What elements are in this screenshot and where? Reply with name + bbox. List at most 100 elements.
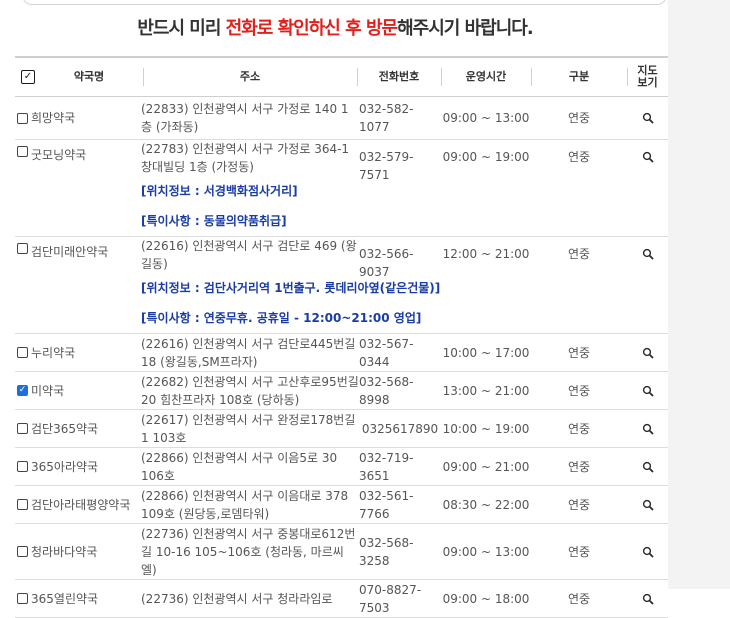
- pharmacy-name[interactable]: 검단미래안약국: [31, 243, 108, 261]
- search-icon[interactable]: [642, 461, 654, 473]
- search-box-bottom-edge[interactable]: [22, 0, 667, 5]
- pharmacy-table: ✓ 약국명 주소 전화번호 운영시간 구분 지도 보기 희망약국 (22833) …: [15, 56, 668, 618]
- map-view-button[interactable]: [627, 140, 668, 187]
- pharmacy-type: 연중: [567, 459, 591, 474]
- row-checkbox[interactable]: [17, 146, 28, 157]
- search-icon[interactable]: [642, 385, 654, 397]
- row-main: 365아라약국 (22866) 인천광역시 서구 이음5로 30 106호 032-…: [15, 448, 668, 485]
- search-icon[interactable]: [642, 593, 654, 605]
- row-checkbox[interactable]: [17, 461, 28, 472]
- table-row: 365아라약국 (22866) 인천광역시 서구 이음5로 30 106호 032-…: [15, 448, 668, 486]
- pharmacy-phone: 032-719-3651: [359, 450, 414, 483]
- map-view-button[interactable]: [627, 486, 668, 523]
- pharmacy-name-cell[interactable]: 365아라약국: [17, 448, 141, 485]
- notice-emphasis: 전화로 확인하신 후 방문: [225, 18, 398, 39]
- row-checkbox[interactable]: [17, 593, 28, 604]
- row-main: 검단아라태평양약국 (22866) 인천광역시 서구 이음대로 378 109호 …: [15, 486, 668, 523]
- pharmacy-name[interactable]: 희망약국: [31, 109, 75, 127]
- search-icon[interactable]: [642, 499, 654, 511]
- pharmacy-type: 연중: [567, 421, 591, 436]
- pharmacy-type: 연중: [567, 591, 591, 606]
- search-icon[interactable]: [642, 151, 654, 163]
- pharmacy-name-cell[interactable]: 검단미래안약국: [17, 237, 141, 279]
- pharmacy-name-cell[interactable]: 누리약국: [17, 334, 141, 371]
- pharmacy-address: (22616) 인천광역시 서구 검단로 469 (왕길동): [141, 239, 357, 271]
- pharmacy-hours: 13:00 ~ 21:00: [442, 383, 530, 398]
- pharmacy-address: (22866) 인천광역시 서구 이음5로 30 106호: [141, 450, 338, 483]
- pharmacy-name-cell[interactable]: 청라바다약국: [17, 524, 141, 579]
- row-checkbox[interactable]: [17, 499, 28, 510]
- call-ahead-notice: 반드시 미리 전화로 확인하신 후 방문해주시기 바랍니다.: [0, 14, 670, 40]
- pharmacy-name[interactable]: 검단아라태평양약국: [31, 496, 130, 514]
- col-address: 주소: [143, 58, 357, 96]
- pharmacy-phone: 032-579-7571: [359, 150, 414, 182]
- pharmacy-name-cell[interactable]: 검단365약국: [17, 410, 141, 447]
- pharmacy-phone: 032-582-1077: [359, 102, 414, 134]
- row-checkbox[interactable]: [17, 347, 28, 358]
- map-view-button[interactable]: [627, 334, 668, 371]
- col-hours: 운영시간: [441, 58, 531, 96]
- pharmacy-name[interactable]: 365열린약국: [31, 590, 98, 608]
- search-icon[interactable]: [642, 248, 654, 260]
- pharmacy-hours: 09:00 ~ 13:00: [442, 544, 530, 559]
- pharmacy-name[interactable]: 미약국: [31, 382, 64, 400]
- pharmacy-name[interactable]: 365아라약국: [31, 458, 98, 476]
- pharmacy-name[interactable]: 굿모닝약국: [31, 146, 86, 164]
- row-checkbox[interactable]: ✓: [17, 385, 28, 396]
- row-checkbox[interactable]: [17, 546, 28, 557]
- pharmacy-name-cell[interactable]: 검단아라태평양약국: [17, 486, 141, 523]
- search-icon[interactable]: [642, 546, 654, 558]
- search-icon[interactable]: [642, 423, 654, 435]
- pharmacy-phone: 032-567-0344: [359, 336, 414, 369]
- table-body: 희망약국 (22833) 인천광역시 서구 가정로 140 1층 (가좌동) 032…: [15, 97, 668, 618]
- row-main: 누리약국 (22616) 인천광역시 서구 검단로445번길 18 (왕길동,SM…: [15, 334, 668, 371]
- pharmacy-phone: 070-8827-7503: [359, 582, 422, 615]
- col-name: 약국명: [73, 70, 105, 83]
- pharmacy-hours: 10:00 ~ 19:00: [442, 421, 530, 436]
- col-map: 지도 보기: [627, 58, 668, 96]
- pharmacy-name[interactable]: 검단365약국: [31, 420, 98, 438]
- pharmacy-name-cell[interactable]: 굿모닝약국: [17, 140, 141, 182]
- page-right-gutter: [668, 0, 730, 589]
- pharmacy-address: (22866) 인천광역시 서구 이음대로 378 109호 (원당동,로뎀타워…: [141, 488, 349, 521]
- pharmacy-address: (22736) 인천광역시 서구 청라라임로: [141, 591, 333, 606]
- row-main: 365열린약국 (22736) 인천광역시 서구 청라라임로 070-8827-75…: [15, 580, 668, 617]
- pharmacy-hours: 09:00 ~ 13:00: [442, 111, 530, 125]
- pharmacy-address: (22682) 인천광역시 서구 고산후로95번길 20 힘찬프라자 108호 …: [141, 374, 359, 407]
- table-row: 굿모닝약국 (22783) 인천광역시 서구 가정로 364-1 창대빌딩 1층 …: [15, 140, 668, 237]
- pharmacy-hours: 12:00 ~ 21:00: [442, 247, 530, 261]
- row-main: ✓ 미약국 (22682) 인천광역시 서구 고산후로95번길 20 힘찬프라자 1…: [15, 372, 668, 409]
- pharmacy-address: (22833) 인천광역시 서구 가정로 140 1층 (가좌동): [141, 102, 349, 134]
- table-row: 희망약국 (22833) 인천광역시 서구 가정로 140 1층 (가좌동) 032…: [15, 97, 668, 140]
- pharmacy-name[interactable]: 누리약국: [31, 344, 75, 362]
- search-icon[interactable]: [642, 347, 654, 359]
- row-checkbox[interactable]: [17, 112, 28, 124]
- map-view-button[interactable]: [627, 580, 668, 617]
- map-view-button[interactable]: [627, 410, 668, 447]
- search-icon[interactable]: [642, 112, 654, 124]
- pharmacy-address: (22736) 인천광역시 서구 중봉대로612번길 10-16 105~106…: [141, 526, 356, 577]
- map-view-button[interactable]: [627, 448, 668, 485]
- pharmacy-name-cell[interactable]: 희망약국: [17, 97, 141, 139]
- map-view-button[interactable]: [627, 97, 668, 139]
- map-view-button[interactable]: [627, 237, 668, 284]
- pharmacy-address: (22783) 인천광역시 서구 가정로 364-1 창대빌딩 1층 (가정동): [141, 142, 350, 174]
- pharmacy-name-cell[interactable]: ✓ 미약국: [17, 372, 141, 409]
- pharmacy-hours: 09:00 ~ 19:00: [442, 150, 530, 164]
- row-checkbox[interactable]: [17, 423, 28, 434]
- map-view-button[interactable]: [627, 372, 668, 409]
- pharmacy-type: 연중: [567, 544, 591, 559]
- table-row: 검단365약국 (22617) 인천광역시 서구 완정로178번길 1 103호 0…: [15, 410, 668, 448]
- pharmacy-type: 연중: [567, 345, 591, 360]
- pharmacy-name[interactable]: 청라바다약국: [31, 543, 97, 561]
- pharmacy-name-cell[interactable]: 365열린약국: [17, 580, 141, 617]
- select-all-checkbox[interactable]: ✓: [21, 70, 35, 84]
- map-view-button[interactable]: [627, 524, 668, 579]
- notice-text-end: 해주시기 바랍니다.: [397, 18, 534, 39]
- pharmacy-hours: 09:00 ~ 21:00: [442, 459, 530, 474]
- table-row: 누리약국 (22616) 인천광역시 서구 검단로445번길 18 (왕길동,SM…: [15, 334, 668, 372]
- pharmacy-phone: 032-568-8998: [359, 374, 414, 407]
- pharmacy-phone: 032-561-7766: [359, 488, 414, 521]
- row-checkbox[interactable]: [17, 243, 28, 254]
- special-note: [특이사항 : 연중무휴. 공휴일 - 12:00~21:00 영업]: [141, 311, 422, 325]
